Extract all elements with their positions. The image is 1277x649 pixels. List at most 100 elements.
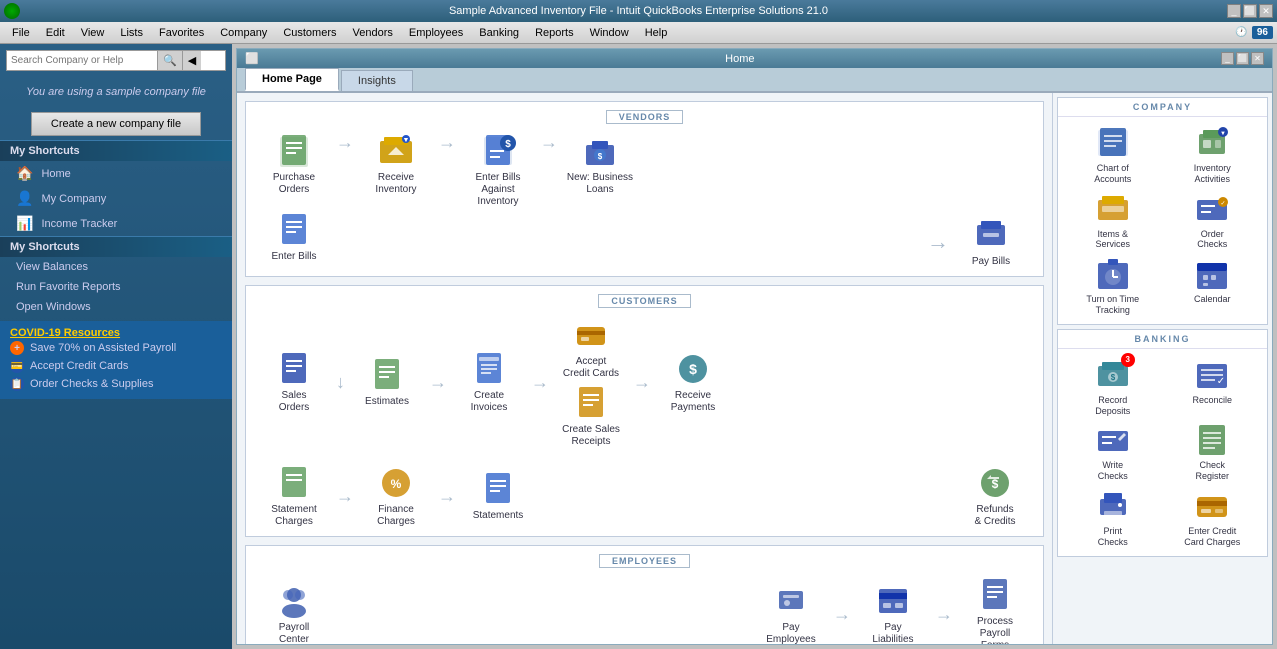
shortcuts-section-header[interactable]: My Shortcuts	[0, 236, 232, 257]
menu-window[interactable]: Window	[582, 25, 637, 41]
calendar-icon	[1194, 256, 1230, 292]
right-icon-check-register[interactable]: CheckRegister	[1166, 422, 1260, 482]
wf-refunds-credits[interactable]: $ Refunds& Credits	[959, 464, 1031, 528]
svg-text:▼: ▼	[1220, 131, 1226, 137]
menu-employees[interactable]: Employees	[401, 25, 471, 41]
wf-sales-orders[interactable]: SalesOrders	[258, 350, 330, 414]
checks-icon: 📋	[10, 377, 24, 391]
covid-checks[interactable]: 📋 Order Checks & Supplies	[10, 375, 222, 393]
menu-company[interactable]: Company	[212, 25, 275, 41]
inner-controls[interactable]: _ ⬜ ✕	[1221, 52, 1264, 65]
inner-restore[interactable]: ⬜	[1236, 52, 1249, 65]
tab-home-page[interactable]: Home Page	[245, 68, 339, 91]
chart-accounts-icon	[1095, 125, 1131, 161]
cust-arrow5: →	[336, 486, 354, 507]
wf-pay-bills[interactable]: Pay Bills	[955, 216, 1027, 268]
search-bar[interactable]: 🔍 ◀	[6, 50, 226, 71]
wf-pay-liabilities[interactable]: PayLiabilities	[857, 582, 929, 644]
my-shortcuts-header[interactable]: My Shortcuts	[0, 140, 232, 161]
finance-charges-label: FinanceCharges	[377, 504, 415, 528]
vendors-title: VENDORS	[246, 102, 1043, 124]
sales-orders-icon	[275, 350, 313, 388]
svg-text:$: $	[992, 477, 999, 491]
right-icon-order-checks[interactable]: ✓ OrderChecks	[1166, 191, 1260, 251]
menu-customers[interactable]: Customers	[275, 25, 344, 41]
sidebar-item-home[interactable]: 🏠 Home	[0, 161, 232, 186]
menu-edit[interactable]: Edit	[38, 25, 73, 41]
right-icon-chart-accounts[interactable]: Chart ofAccounts	[1066, 125, 1160, 185]
wf-statement-charges[interactable]: StatementCharges	[258, 464, 330, 528]
wf-accept-credit-cards[interactable]: AcceptCredit Cards	[555, 316, 627, 380]
search-input[interactable]	[7, 52, 157, 69]
close-btn[interactable]: ✕	[1259, 4, 1273, 18]
menu-view[interactable]: View	[73, 25, 113, 41]
wf-receive-inventory[interactable]: ▼ ReceiveInventory	[360, 132, 432, 196]
user-badge[interactable]: 96	[1252, 26, 1273, 39]
wf-enter-bills[interactable]: Enter Bills	[258, 211, 330, 263]
wf-statements[interactable]: Statements	[462, 470, 534, 522]
wf-enter-bills-inv[interactable]: $ Enter BillsAgainstInventory	[462, 132, 534, 208]
inner-close[interactable]: ✕	[1251, 52, 1264, 65]
wf-create-invoices[interactable]: CreateInvoices	[453, 350, 525, 414]
right-icon-record-deposits[interactable]: $ 3 RecordDeposits	[1066, 357, 1160, 417]
menu-reports[interactable]: Reports	[527, 25, 582, 41]
wf-receive-payments[interactable]: $ ReceivePayments	[657, 350, 729, 414]
sidebar-item-open-windows[interactable]: Open Windows	[0, 297, 232, 317]
menu-file[interactable]: File	[4, 25, 38, 41]
covid-payroll[interactable]: + Save 70% on Assisted Payroll	[10, 339, 222, 357]
sidebar-item-income-tracker[interactable]: 📊 Income Tracker	[0, 211, 232, 236]
menu-banking[interactable]: Banking	[471, 25, 527, 41]
wf-create-sales-receipts[interactable]: Create SalesReceipts	[555, 384, 627, 448]
right-icon-print-checks[interactable]: PrintChecks	[1066, 488, 1160, 548]
credit-icon: 💳	[10, 359, 24, 373]
tab-insights[interactable]: Insights	[341, 70, 413, 91]
back-button[interactable]: ◀	[182, 51, 201, 70]
right-icon-items-services[interactable]: Items &Services	[1066, 191, 1160, 251]
home-icon: 🏠	[16, 165, 33, 182]
chart-accounts-label: Chart ofAccounts	[1094, 163, 1131, 185]
covid-credit-cards[interactable]: 💳 Accept Credit Cards	[10, 357, 222, 375]
wf-business-loans[interactable]: $ New: BusinessLoans	[564, 132, 636, 196]
restore-btn[interactable]: ⬜	[1243, 4, 1257, 18]
right-icon-calendar[interactable]: Calendar	[1166, 256, 1260, 316]
accept-credit-label: AcceptCredit Cards	[563, 356, 619, 380]
wf-purchase-orders[interactable]: PurchaseOrders	[258, 132, 330, 196]
sidebar-item-my-company[interactable]: 👤 My Company	[0, 186, 232, 211]
search-button[interactable]: 🔍	[157, 51, 182, 70]
menu-help[interactable]: Help	[637, 25, 676, 41]
menu-favorites[interactable]: Favorites	[151, 25, 212, 41]
right-icon-reconcile[interactable]: ✓ Reconcile	[1166, 357, 1260, 417]
menu-vendors[interactable]: Vendors	[345, 25, 401, 41]
right-icon-time-tracking[interactable]: Turn on TimeTracking	[1066, 256, 1160, 316]
right-icon-write-checks[interactable]: WriteChecks	[1066, 422, 1160, 482]
emp-arrow2: →	[935, 604, 953, 625]
items-services-label: Items &Services	[1095, 229, 1130, 251]
title-text: Sample Advanced Inventory File - Intuit …	[449, 5, 828, 17]
title-controls[interactable]: _ ⬜ ✕	[1227, 4, 1273, 18]
customers-section: CUSTOMERS	[245, 285, 1044, 537]
sidebar-item-run-reports[interactable]: Run Favorite Reports	[0, 277, 232, 297]
enter-bills-inv-label: Enter BillsAgainstInventory	[475, 172, 520, 208]
wf-finance-charges[interactable]: % FinanceCharges	[360, 464, 432, 528]
record-deposits-icon: $ 3	[1095, 357, 1131, 393]
customers-label: CUSTOMERS	[598, 294, 690, 308]
customers-row1: SalesOrders ↓	[246, 308, 1043, 456]
wf-payroll-center[interactable]: PayrollCenter	[258, 582, 330, 644]
sidebar-home-label: Home	[41, 168, 70, 180]
menu-lists[interactable]: Lists	[112, 25, 151, 41]
employees-section: EMPLOYEES	[245, 545, 1044, 644]
create-company-button[interactable]: Create a new company file	[31, 112, 201, 136]
inner-minimize[interactable]: _	[1221, 52, 1234, 65]
banking-section: BANKING $ 3	[1057, 329, 1268, 557]
right-icon-credit-card-charges[interactable]: Enter CreditCard Charges	[1166, 488, 1260, 548]
cust-arrow6: →	[438, 486, 456, 507]
covid-link[interactable]: COVID-19 Resources	[10, 327, 222, 339]
sidebar-item-view-balances[interactable]: View Balances	[0, 257, 232, 277]
wf-process-payroll[interactable]: ProcessPayrollForms	[959, 576, 1031, 644]
wf-estimates[interactable]: Estimates	[351, 356, 423, 408]
banking-section-title: BANKING	[1058, 330, 1267, 349]
pay-bills-icon	[972, 216, 1010, 254]
right-icon-inventory[interactable]: ▼ InventoryActivities	[1166, 125, 1260, 185]
wf-pay-employees[interactable]: PayEmployees	[755, 582, 827, 644]
minimize-btn[interactable]: _	[1227, 4, 1241, 18]
